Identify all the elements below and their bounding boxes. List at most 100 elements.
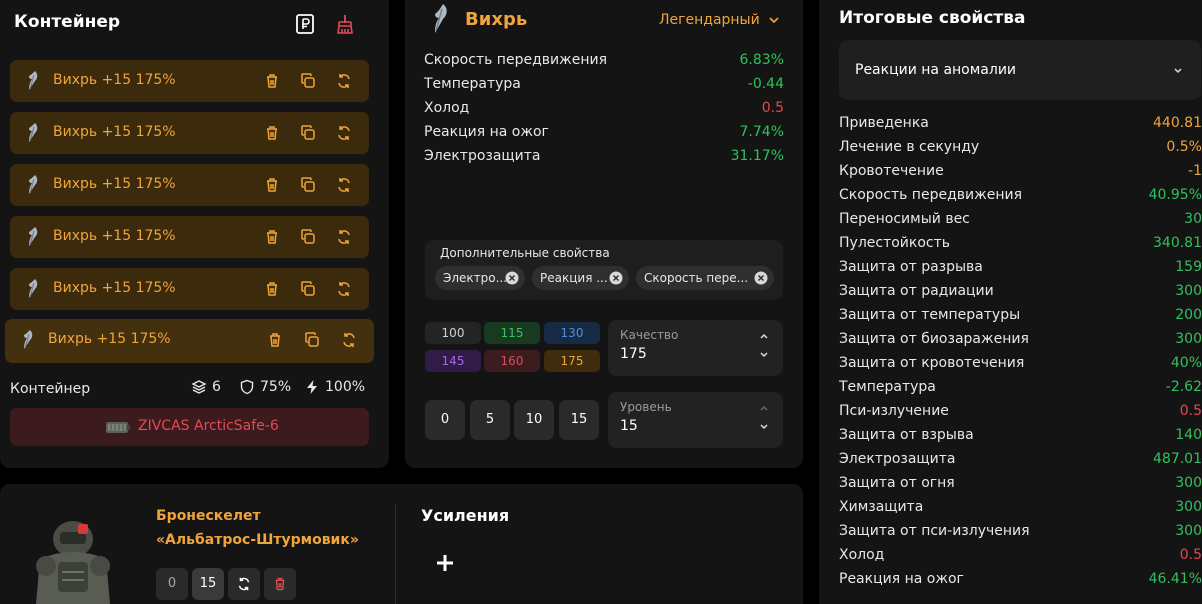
summary-title: Итоговые свойства (839, 8, 1026, 28)
close-icon[interactable] (609, 271, 623, 285)
boosts-title: Усиления (421, 506, 510, 525)
refresh-icon[interactable] (334, 227, 354, 247)
summary-row: Защита от радиации 300 (839, 283, 1202, 299)
container-panel: Контейнер Вихрь +15 175% Вихрь +15 175% … (0, 0, 389, 468)
artifact-name: Вихрь (465, 9, 528, 30)
summary-filter-dropdown[interactable]: Реакции на аномалии (839, 40, 1201, 100)
quality-button-130[interactable]: 130 (544, 322, 600, 344)
property-row: Реакция на ожог 7.74% (424, 124, 784, 140)
exoskeleton-image (36, 521, 110, 604)
trash-icon[interactable] (262, 71, 282, 91)
quality-button-145[interactable]: 145 (425, 350, 481, 372)
level-label: Уровень (620, 400, 672, 414)
container-item[interactable]: Вихрь +15 175% (10, 216, 369, 258)
artifact-properties: Скорость передвижения 6.83% Температура -0… (424, 52, 784, 172)
quality-button-175[interactable]: 175 (544, 350, 600, 372)
exoskeleton-panel: Бронескелет «Альбатрос-Штурмовик» 0 15 У… (0, 484, 803, 604)
container-device-button[interactable]: ZIVCAS ArcticSafe-6 (10, 408, 369, 446)
container-device-name: ZIVCAS ArcticSafe-6 (138, 418, 279, 434)
exo-level-button-15[interactable]: 15 (192, 568, 224, 600)
chevron-down-icon[interactable] (759, 350, 769, 360)
level-button-0[interactable]: 0 (425, 400, 465, 440)
chevron-up-icon[interactable] (759, 403, 769, 413)
trash-icon[interactable] (262, 175, 282, 195)
summary-row: Защита от взрыва 140 (839, 427, 1202, 443)
refresh-icon[interactable] (334, 175, 354, 195)
extra-chip[interactable]: Реакция ... (532, 266, 629, 290)
feather-icon (24, 330, 33, 349)
chevron-down-icon[interactable] (759, 422, 769, 432)
refresh-icon (238, 577, 250, 591)
quality-button-100[interactable]: 100 (425, 322, 481, 344)
close-icon[interactable] (754, 271, 768, 285)
broom-icon[interactable] (334, 13, 356, 35)
level-button-5[interactable]: 5 (470, 400, 510, 440)
extra-properties: Дополнительные свойства Электро... Реакц… (425, 240, 783, 300)
summary-row: Защита от разрыва 159 (839, 259, 1202, 275)
add-boost-icon[interactable] (433, 551, 457, 575)
chevron-down-icon (1174, 68, 1182, 74)
protection-stat: 75% (239, 379, 291, 395)
copy-icon[interactable] (298, 175, 318, 195)
divider (395, 504, 396, 604)
feather-icon (29, 71, 38, 90)
trash-icon[interactable] (262, 279, 282, 299)
item-label: Вихрь +15 175% (53, 72, 176, 88)
copy-icon[interactable] (302, 330, 322, 350)
container-title: Контейнер (14, 12, 121, 32)
copy-icon[interactable] (298, 227, 318, 247)
refresh-icon[interactable] (334, 71, 354, 91)
copy-icon[interactable] (298, 71, 318, 91)
container-item[interactable]: Вихрь +15 175% (10, 164, 369, 206)
refresh-icon[interactable] (334, 279, 354, 299)
extra-chip[interactable]: Скорость пере... (636, 266, 774, 290)
copy-icon[interactable] (298, 123, 318, 143)
refresh-icon[interactable] (334, 123, 354, 143)
summary-row: Скорость передвижения 40.95% (839, 187, 1202, 203)
container-item[interactable]: Вихрь +15 175% (10, 60, 369, 102)
extra-chip[interactable]: Электро... (435, 266, 525, 290)
item-label: Вихрь +15 175% (53, 124, 176, 140)
summary-row: Защита от пси-излучения 300 (839, 523, 1202, 539)
exo-delete-button[interactable] (264, 568, 296, 600)
rarity-dropdown[interactable]: Легендарный (659, 12, 780, 28)
lightning-icon (307, 380, 317, 394)
level-stepper[interactable]: Уровень 15 (608, 392, 783, 448)
exo-refresh-button[interactable] (228, 568, 260, 600)
quality-stepper[interactable]: Качество 175 (608, 320, 783, 376)
refresh-icon[interactable] (339, 330, 359, 350)
quality-button-160[interactable]: 160 (484, 350, 540, 372)
exo-level-button-0[interactable]: 0 (156, 568, 188, 600)
item-label: Вихрь +15 175% (53, 176, 176, 192)
trash-icon[interactable] (262, 227, 282, 247)
container-item[interactable]: Вихрь +15 175% (10, 268, 369, 310)
container-item-selected[interactable]: Вихрь +15 175% (5, 319, 374, 363)
efficiency-stat: 100% (304, 379, 365, 395)
close-icon[interactable] (505, 271, 519, 285)
summary-row: Защита от биозаражения 300 (839, 331, 1202, 347)
summary-row: Переносимый вес 30 (839, 211, 1202, 227)
summary-row: Защита от температуры 200 (839, 307, 1202, 323)
summary-row: Лечение в секунду 0.5% (839, 139, 1202, 155)
level-button-15[interactable]: 15 (559, 400, 599, 440)
trash-icon[interactable] (262, 123, 282, 143)
property-row: Температура -0.44 (424, 76, 784, 92)
summary-row: Химзащита 300 (839, 499, 1202, 515)
ruble-icon[interactable] (294, 13, 316, 35)
quality-button-115[interactable]: 115 (484, 322, 540, 344)
container-stats-label: Контейнер (10, 381, 91, 397)
trash-icon[interactable] (265, 330, 285, 350)
level-button-10[interactable]: 10 (514, 400, 554, 440)
chevron-up-icon[interactable] (759, 331, 769, 341)
summary-row: Кровотечение -1 (839, 163, 1202, 179)
summary-row: Защита от огня 300 (839, 475, 1202, 491)
slots-stat: 6 (191, 379, 221, 395)
feather-icon (29, 279, 38, 298)
summary-list: Приведенка 440.81 Лечение в секунду 0.5% К… (839, 115, 1202, 595)
container-item[interactable]: Вихрь +15 175% (10, 112, 369, 154)
summary-row: Реакция на ожог 46.41% (839, 571, 1202, 587)
copy-icon[interactable] (298, 279, 318, 299)
item-label: Вихрь +15 175% (53, 280, 176, 296)
extra-properties-title: Дополнительные свойства (440, 246, 610, 260)
summary-row: Защита от кровотечения 40% (839, 355, 1202, 371)
